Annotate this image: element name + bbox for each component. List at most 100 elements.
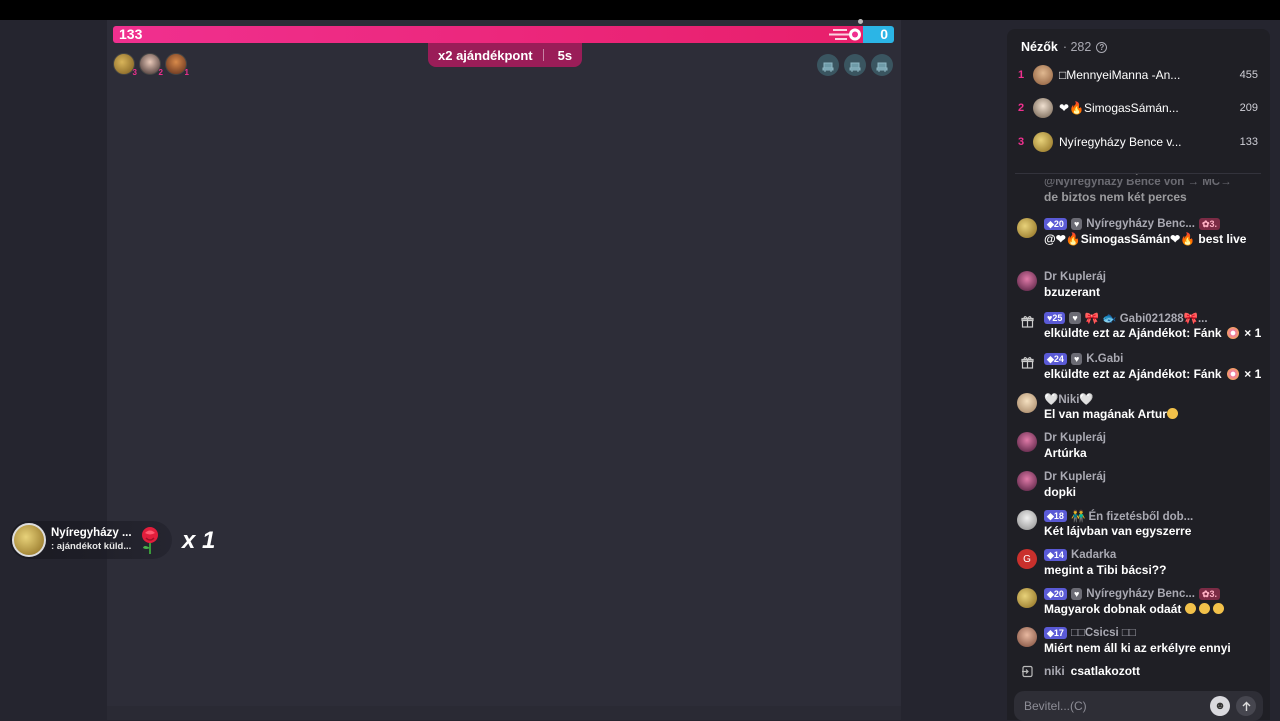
chat-list[interactable]: @Nyíregyházy Bence von → MC→ de biztos n…: [1007, 179, 1270, 687]
emoji-button[interactable]: ☻: [1210, 696, 1230, 716]
arrow-up-icon: [1242, 701, 1250, 711]
chat-message: Dr Kupleráj dopki: [1017, 470, 1262, 500]
chat-username[interactable]: @Nyíregyházy Bence von → MC→: [1044, 179, 1262, 189]
left-score: 133: [119, 26, 143, 42]
viewer-name: ❤🔥SimogasSámán...: [1059, 101, 1179, 115]
avatar[interactable]: G: [1017, 549, 1037, 569]
chat-username[interactable]: Kadarka: [1071, 549, 1116, 561]
chat-message: Dr Kupleráj Artúrka: [1017, 431, 1262, 461]
viewers-count: · 282: [1062, 40, 1092, 54]
chat-username[interactable]: 👬 Én fizetésből dob...: [1071, 509, 1193, 523]
top-viewer-row[interactable]: 3 Nyíregyházy Bence v... 133: [1007, 131, 1270, 153]
viewer-name: □MennyeiManna -An...: [1059, 68, 1181, 82]
rank-badge: ✿ 3.: [1198, 588, 1220, 600]
avatar[interactable]: [1017, 432, 1037, 452]
viewer-name: Nyíregyházy Bence v...: [1059, 135, 1182, 149]
level-badge: ◆ 20: [1044, 588, 1067, 600]
avatar[interactable]: [1017, 627, 1037, 647]
chat-username[interactable]: Dr Kupleráj: [1044, 431, 1262, 445]
avatar[interactable]: [1017, 471, 1037, 491]
chat-text: de biztos nem két perces: [1044, 190, 1187, 204]
chat-username[interactable]: Dr Kupleráj: [1044, 270, 1262, 284]
chat-username[interactable]: K.Gabi: [1086, 353, 1123, 365]
chat-input[interactable]: [1014, 699, 1210, 713]
chat-username[interactable]: □□Csicsi □□: [1071, 627, 1136, 639]
emoji-icon: [1166, 408, 1178, 419]
multiplier-separator: [542, 49, 544, 61]
enter-icon: [1017, 661, 1037, 681]
battle-score-bar: 133 0: [113, 26, 894, 43]
info-icon[interactable]: ?: [1096, 41, 1108, 53]
rose-icon: [142, 527, 158, 554]
video-stage[interactable]: [107, 20, 901, 720]
chat-username[interactable]: Nyíregyházy Benc...: [1086, 218, 1195, 230]
chat-username[interactable]: Dr Kupleráj: [1044, 470, 1262, 484]
viewers-header[interactable]: Nézők · 282 ?: [1021, 40, 1108, 54]
emoji-icon: [1184, 603, 1196, 614]
top-black-strip: [0, 0, 1280, 20]
fan-badge: ♥: [1070, 353, 1083, 365]
divider: [1015, 173, 1261, 174]
chat-text: elküldte ezt az Ajándékot: Fánk: [1044, 367, 1222, 381]
level-badge: ◆ 17: [1044, 627, 1067, 639]
chat-text: bzuzerant: [1044, 285, 1101, 299]
send-button[interactable]: [1236, 696, 1256, 716]
chat-username[interactable]: 🤍Niki🤍: [1044, 392, 1262, 406]
avatar[interactable]: 3: [113, 53, 137, 77]
avatar[interactable]: [1017, 393, 1037, 413]
viewer-score: 133: [1239, 136, 1258, 148]
chat-message: ◆ 20 ♥ Nyíregyházy Benc... ✿ 3. Magyarok d…: [1017, 587, 1262, 617]
gift-message: ◆ 24 ♥ K.Gabi elküldte ezt az Ajándékot: …: [1017, 352, 1262, 382]
donut-icon: [1226, 368, 1239, 380]
bar-marker-dot: [858, 19, 863, 24]
avatar[interactable]: 1: [165, 53, 189, 77]
rank-badge: ✿ 3.: [1198, 218, 1220, 230]
empty-seat[interactable]: [871, 54, 893, 76]
emoji-icon: [1199, 603, 1211, 614]
multiplier-label: x2 ajándékpont: [438, 47, 533, 63]
viewers-title: Nézők: [1021, 40, 1058, 54]
avatar[interactable]: [1017, 588, 1037, 608]
chat-message: ◆ 17 □□Csicsi □□ Miért nem áll ki az erké…: [1017, 626, 1262, 656]
chat-text: @❤🔥SimogasSámán❤🔥 best live: [1044, 232, 1247, 246]
gift-message: ♥ 25 ♥ 🎀 🐟 Gabi021288🎀... elküldte ezt az…: [1017, 311, 1262, 341]
chat-text: Két lájvban van egyszerre: [1044, 524, 1192, 538]
top-viewer-row[interactable]: 1 □MennyeiManna -An... 455: [1007, 64, 1270, 86]
gift-count: x 1: [182, 527, 216, 554]
chat-text: Miért nem áll ki az erkélyre ennyi: [1044, 641, 1231, 655]
gift-count: × 1: [1244, 367, 1262, 381]
avatar[interactable]: 2: [139, 53, 163, 77]
empty-seat[interactable]: [844, 54, 866, 76]
gift-icon: [1017, 352, 1037, 372]
right-score: 0: [880, 26, 888, 42]
chat-panel: Nézők · 282 ? 1 □MennyeiManna -An... 455…: [1007, 29, 1270, 721]
join-username[interactable]: niki: [1044, 664, 1065, 678]
fan-badge: ♥: [1070, 588, 1083, 600]
fan-badge: ♥: [1069, 312, 1081, 324]
level-badge: ◆ 14: [1044, 549, 1067, 561]
video-stage-bottom: [107, 706, 901, 720]
seat-icon: [876, 62, 888, 72]
level-badge: ◆ 24: [1044, 353, 1067, 365]
battle-bar-right: 0: [862, 26, 894, 43]
gift-sender-name: Nyíregyházy ...: [51, 527, 132, 540]
join-text: csatlakozott: [1070, 664, 1141, 678]
gift-subtitle: : ajándékot küld...: [51, 541, 132, 553]
chat-username[interactable]: Nyíregyházy Benc...: [1086, 588, 1195, 600]
chat-username[interactable]: 🎀 🐟 Gabi021288🎀...: [1085, 311, 1208, 325]
empty-seat[interactable]: [817, 54, 839, 76]
avatar[interactable]: [1017, 510, 1037, 530]
gift-icon: [1017, 311, 1037, 331]
gift-sender-avatar[interactable]: [12, 523, 46, 557]
chat-text: Magyarok dobnak odaát: [1044, 602, 1182, 616]
top-viewer-row[interactable]: 2 ❤🔥SimogasSámán... 209: [1007, 97, 1270, 119]
avatar[interactable]: [1017, 218, 1037, 238]
level-badge: ◆ 20: [1044, 218, 1067, 230]
avatar[interactable]: [1017, 271, 1037, 291]
chat-message: ◆ 18 👬 Én fizetésből dob... Két lájvban v…: [1017, 509, 1262, 539]
chat-text: El van magának Artur: [1044, 407, 1167, 421]
chat-message: Dr Kupleráj bzuzerant: [1017, 270, 1262, 300]
chat-message: G ◆ 14 Kadarka megint a Tibi bácsi??: [1017, 548, 1262, 578]
chat-text: megint a Tibi bácsi??: [1044, 563, 1167, 577]
chat-text: Artúrka: [1044, 446, 1087, 460]
